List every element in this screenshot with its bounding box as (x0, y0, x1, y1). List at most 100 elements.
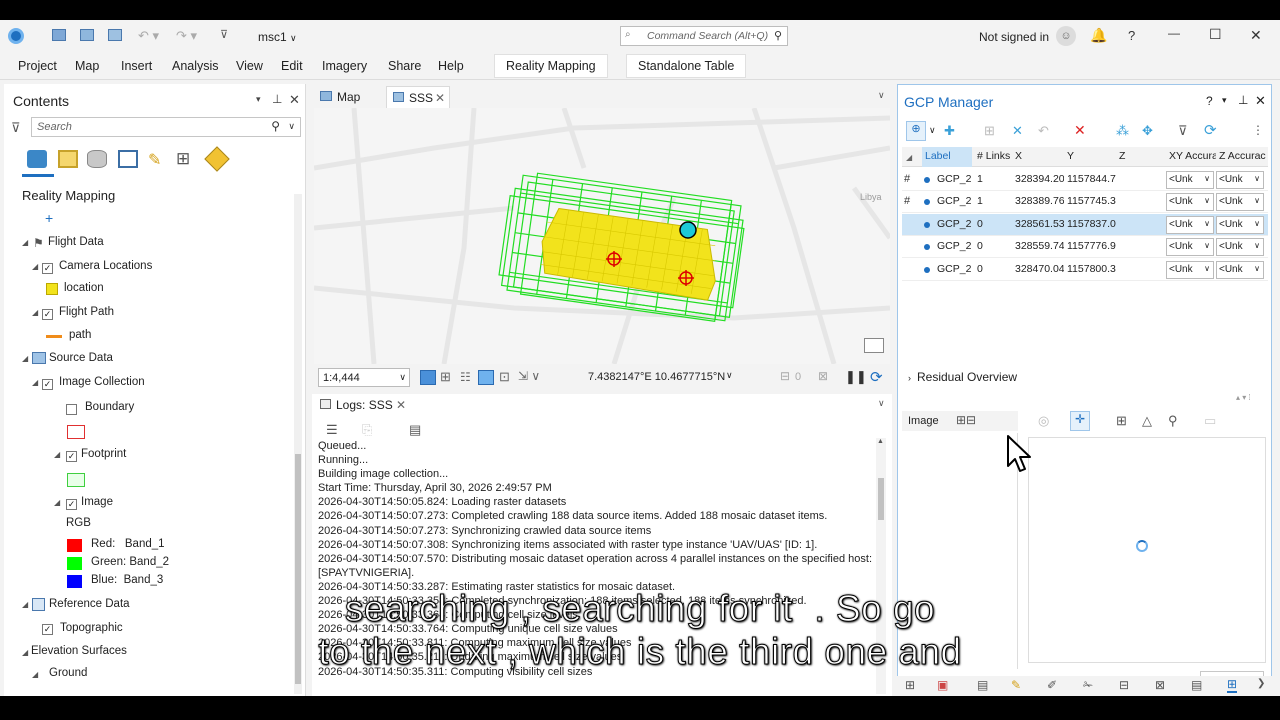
expand-triangle-icon[interactable]: ◢ (54, 450, 60, 459)
logs-options-icon[interactable]: ∨ (878, 398, 885, 409)
green-band-swatch[interactable] (67, 557, 82, 570)
tab-map[interactable]: Map (75, 59, 99, 73)
cell-z[interactable] (1116, 191, 1166, 213)
symbology-icon[interactable]: ✐ (1047, 678, 1057, 692)
remove-tie-icon[interactable]: ✕ (1012, 123, 1023, 139)
user-avatar-icon[interactable]: ☺ (1056, 26, 1076, 46)
attribute-icon[interactable]: ▤ (977, 678, 988, 692)
z-accuracy-dropdown[interactable]: <Unk ∨ (1216, 215, 1264, 234)
tab-edit[interactable]: Edit (281, 59, 303, 73)
cell-x[interactable]: 328559.74 (1012, 236, 1064, 258)
expand-triangle-icon[interactable]: ◢ (32, 378, 38, 387)
maximize-button[interactable]: ☐ (1209, 26, 1222, 43)
tree-source-data[interactable]: Source Data (49, 352, 113, 372)
z-accuracy-dropdown[interactable]: <Unk ∨ (1216, 193, 1264, 212)
close-window-button[interactable]: ✕ (1250, 27, 1262, 44)
pause-drawing-button[interactable]: ❚❚ (845, 369, 867, 385)
layer-view-icon[interactable] (478, 370, 494, 385)
cell-y[interactable]: 1157844.7 (1064, 169, 1116, 191)
undo-icon[interactable]: ↶ (1038, 123, 1049, 139)
cell-y[interactable]: 1157837.0 (1064, 214, 1116, 236)
column-z[interactable]: Z (1116, 147, 1166, 167)
gcp-marker-2[interactable] (678, 270, 694, 286)
gcp-tab-icon[interactable]: ⊞ (1227, 677, 1238, 693)
stretch-icon[interactable]: △ (1142, 413, 1152, 429)
contents-search-input[interactable]: Search ⚲ ∨ (31, 117, 301, 137)
cell-x[interactable]: 328389.76 (1012, 191, 1064, 213)
zoom-to-gcp-icon[interactable]: ◎ (1038, 413, 1049, 429)
column-x[interactable]: X (1012, 147, 1064, 167)
quick-access-open-icon[interactable] (80, 29, 94, 41)
tree-image-collection[interactable]: Image Collection (59, 376, 145, 396)
full-extent-icon[interactable] (420, 370, 436, 385)
link-gcp-icon[interactable]: ✛ (1070, 411, 1090, 431)
expand-triangle-icon[interactable]: ◢ (22, 354, 28, 363)
xy-accuracy-dropdown[interactable]: <Unk ∨ (1166, 238, 1214, 257)
layers-icon[interactable]: ⊟ (1119, 678, 1129, 692)
footprint-symbol-swatch[interactable] (67, 473, 85, 487)
list-by-editing-icon[interactable]: ✎ (148, 150, 161, 170)
catalog-icon[interactable]: ⊞ (905, 678, 915, 692)
column-y[interactable]: Y (1064, 147, 1116, 167)
image-filter-icon[interactable]: ⊞⊟ (956, 413, 976, 427)
cell-label[interactable]: GCP_2 (934, 214, 972, 236)
image-options-icon[interactable]: ▭ (1204, 413, 1216, 429)
red-band-swatch[interactable] (67, 539, 82, 552)
cell-links[interactable]: 1 (974, 191, 1012, 213)
selected-gcp-marker[interactable] (679, 221, 697, 239)
add-icon[interactable]: + (45, 210, 53, 226)
column-xy-accuracy[interactable]: XY Accura (1166, 147, 1216, 167)
column-label[interactable]: Label (922, 147, 972, 167)
table-view-icon[interactable]: ▤ (1191, 678, 1202, 692)
footprint-checkbox[interactable]: ✓ (66, 451, 77, 462)
z-accuracy-dropdown[interactable]: <Unk ∨ (1216, 238, 1264, 257)
chevron-down-icon[interactable]: ∨ (929, 125, 936, 136)
tab-share[interactable]: Share (388, 59, 421, 73)
table-icon[interactable]: ☷ (460, 370, 471, 384)
command-search-box[interactable]: ⌕ Command Search (Alt+Q) ⚲ (620, 26, 788, 46)
boundary-symbol-swatch[interactable] (67, 425, 85, 439)
edit-icon[interactable]: ✎ (1011, 678, 1021, 692)
image-collection-checkbox[interactable]: ✓ (42, 379, 53, 390)
table-row[interactable]: GCP_2 0 328559.74 1157776.9 <Unk ∨ <Unk ∨ (902, 236, 1268, 259)
gcp-marker-1[interactable] (606, 251, 622, 267)
cell-y[interactable]: 1157776.9 (1064, 236, 1116, 258)
tab-analysis[interactable]: Analysis (172, 59, 219, 73)
boundary-checkbox[interactable] (66, 404, 77, 415)
expand-triangle-icon[interactable]: ◢ (22, 238, 28, 247)
minimize-button[interactable]: — (1168, 26, 1180, 40)
tree-footprint[interactable]: Footprint (81, 448, 126, 468)
tree-flight-data[interactable]: Flight Data (48, 236, 104, 256)
tab-standalone-table[interactable]: Standalone Table (626, 54, 747, 78)
pane-options-icon[interactable]: ▾ (1222, 95, 1227, 106)
coordinate-format-dropdown[interactable]: ∨ (726, 370, 733, 381)
swipe-icon[interactable]: ⚲ (1168, 413, 1178, 429)
cell-z[interactable] (1116, 214, 1166, 236)
map-overview-icon[interactable] (864, 338, 884, 353)
column-links[interactable]: # Links (974, 147, 1012, 167)
edit-tie-point-icon[interactable]: ✥ (1142, 123, 1153, 139)
toolbox-icon[interactable]: ▣ (937, 678, 948, 692)
cell-label[interactable]: GCP_2 (934, 191, 972, 213)
delete-gcp-icon[interactable]: ✕ (1074, 122, 1086, 139)
location-symbol-swatch[interactable] (46, 283, 58, 295)
view-options-icon[interactable]: ∨ (878, 90, 885, 101)
tab-sss-view[interactable]: SSS ✕ (386, 86, 450, 108)
cell-links[interactable]: 0 (974, 214, 1012, 236)
tab-logs[interactable]: Logs: SSS ✕ (314, 394, 408, 416)
xy-accuracy-dropdown[interactable]: <Unk ∨ (1166, 260, 1214, 279)
project-name[interactable]: msc1 ∨ (258, 30, 297, 44)
close-tab-icon[interactable]: ✕ (435, 91, 445, 105)
tree-flight-path[interactable]: Flight Path (59, 306, 114, 326)
quick-access-new-icon[interactable] (52, 29, 66, 41)
flight-path-checkbox[interactable]: ✓ (42, 309, 53, 320)
log-copy-icon[interactable]: ⎘ (362, 422, 372, 438)
add-tie-point-icon[interactable]: ⁂ (1116, 123, 1129, 139)
xy-accuracy-dropdown[interactable]: <Unk ∨ (1166, 215, 1214, 234)
tab-map-view[interactable]: Map (314, 86, 380, 108)
grid-icon[interactable]: ⊞ (440, 369, 451, 385)
blue-band-swatch[interactable] (67, 575, 82, 588)
tree-image[interactable]: Image (81, 496, 113, 516)
cell-label[interactable]: GCP_2 (934, 236, 972, 258)
cell-x[interactable]: 328470.04 (1012, 259, 1064, 281)
